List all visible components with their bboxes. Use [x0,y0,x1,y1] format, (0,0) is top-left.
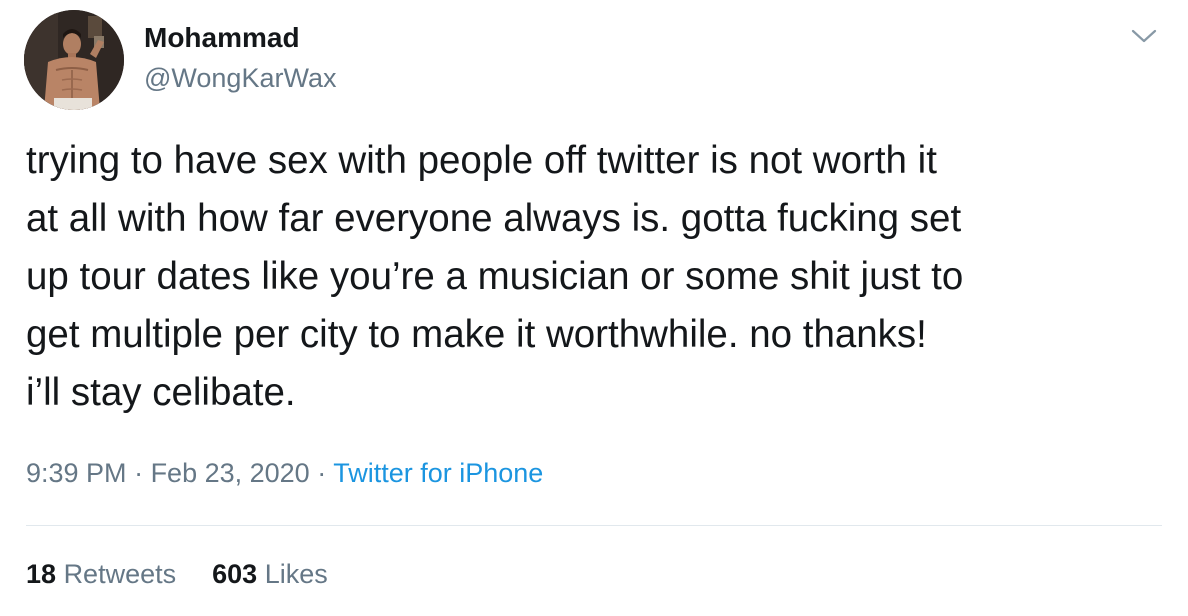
author-handle[interactable]: @WongKarWax [144,63,336,94]
tweet-time[interactable]: 9:39 PM [26,458,127,488]
tweet-source-link[interactable]: Twitter for iPhone [333,458,543,488]
author-display-name[interactable]: Mohammad [144,22,300,54]
divider [26,525,1162,526]
tweet-text-line: up tour dates like you’re a musician or … [26,255,964,298]
tweet-text-line: get multiple per city to make it worthwh… [26,313,927,356]
avatar[interactable] [24,10,124,110]
meta-separator: · [309,458,334,488]
tweet-menu-button[interactable] [1124,18,1164,54]
meta-separator: · [126,458,151,488]
tweet-text-line: trying to have sex with people off twitt… [26,139,937,182]
tweet-text: trying to have sex with people off twitt… [26,132,1166,422]
chevron-down-icon [1131,29,1157,43]
retweets-stat[interactable]: 18 Retweets [26,559,176,590]
likes-label: Likes [264,559,328,589]
retweets-count: 18 [26,559,57,589]
retweets-label: Retweets [63,559,177,589]
tweet-text-line: at all with how far everyone always is. … [26,197,962,240]
tweet-text-line: i’ll stay celibate. [26,371,296,414]
likes-stat[interactable]: 603 Likes [212,559,328,590]
tweet-stats: 18 Retweets 603 Likes [26,559,328,590]
tweet-date[interactable]: Feb 23, 2020 [151,458,310,488]
tweet-card: Mohammad @WongKarWax trying to have sex … [0,0,1188,616]
likes-count: 603 [212,559,258,589]
profile-photo-icon [24,10,124,110]
tweet-metadata: 9:39 PM · Feb 23, 2020 · Twitter for iPh… [26,458,543,489]
